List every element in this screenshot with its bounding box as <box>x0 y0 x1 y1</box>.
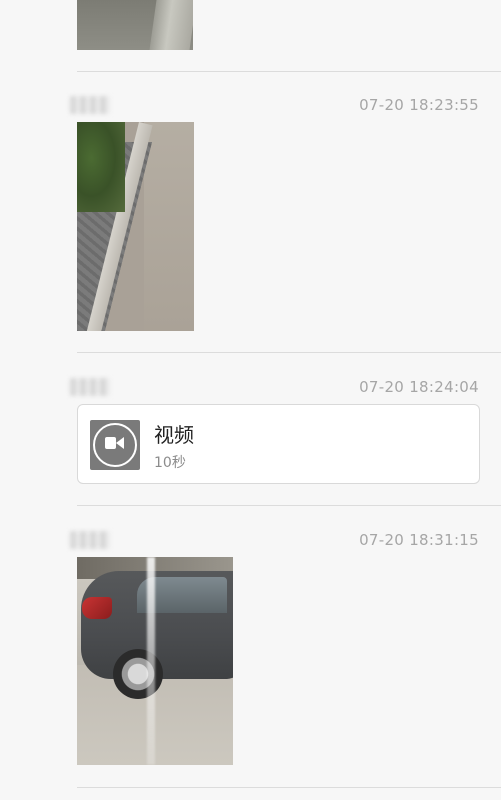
sender-name-blurred <box>70 531 110 549</box>
message-photo-car[interactable] <box>77 557 233 765</box>
video-duration: 10秒 <box>154 455 186 471</box>
message-photo-pavement[interactable] <box>77 0 193 50</box>
photo-detail <box>149 0 193 50</box>
video-title: 视频 <box>154 423 194 447</box>
photo-detail <box>82 597 112 619</box>
video-icon-lens <box>116 437 124 449</box>
message-divider <box>77 787 501 788</box>
photo-detail <box>144 122 194 331</box>
video-icon-body <box>105 437 116 449</box>
sender-name-blurred <box>70 96 110 114</box>
video-message-card[interactable]: 视频 10秒 <box>77 404 480 484</box>
photo-detail <box>77 122 125 212</box>
photo-detail <box>113 649 163 699</box>
message-divider <box>77 505 501 506</box>
video-camera-icon <box>90 420 140 470</box>
message-divider <box>77 352 501 353</box>
message-divider <box>77 71 501 72</box>
message-timestamp: 07-20 18:31:15 <box>359 531 479 549</box>
sender-name-blurred <box>70 378 110 396</box>
message-timestamp: 07-20 18:24:04 <box>359 378 479 396</box>
message-timestamp: 07-20 18:23:55 <box>359 96 479 114</box>
message-photo-curb[interactable] <box>77 122 194 331</box>
photo-detail <box>147 557 155 765</box>
chat-history: 07-20 18:23:55 07-20 18:24:04 视频 10秒 07-… <box>0 0 501 800</box>
